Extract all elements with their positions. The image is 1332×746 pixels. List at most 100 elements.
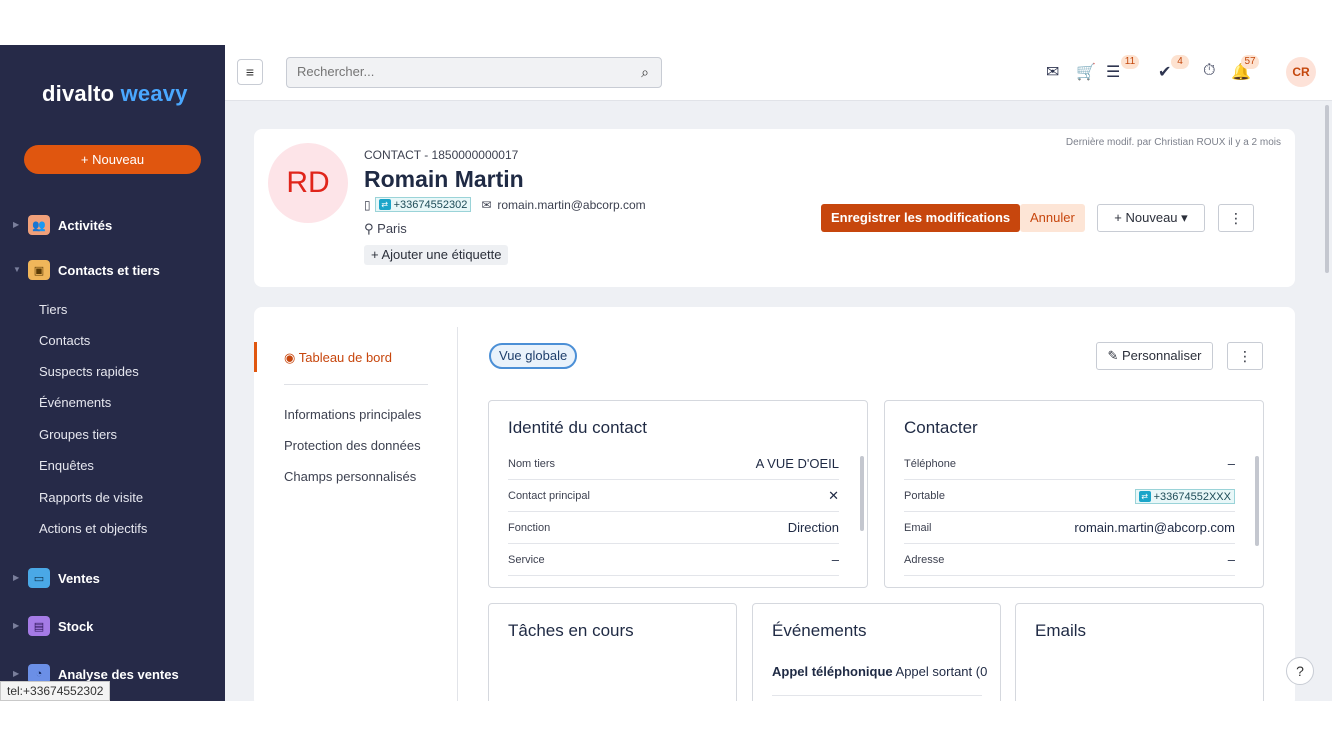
panel-title: Événements	[772, 621, 867, 640]
view-selector-pill[interactable]: Vue globale	[489, 343, 578, 369]
panel-title: Tâches en cours	[508, 621, 634, 640]
nav-divider	[284, 384, 428, 385]
contact-info-row: ▯ ⇄ +33674552302 ✉ romain.martin@abcorp.c…	[364, 197, 646, 212]
caret-right-icon: ▶	[13, 573, 20, 582]
nav-champs-personnalises[interactable]: Champs personnalisés	[284, 469, 416, 484]
contact-code: CONTACT - 1850000000017	[364, 148, 519, 162]
caret-right-icon: ▶	[13, 669, 20, 678]
email-value[interactable]: romain.martin@abcorp.com	[1074, 520, 1235, 535]
search-box[interactable]: ⌕	[286, 57, 662, 88]
field-row: Téléphone –	[904, 448, 1235, 480]
field-label: Contact principal	[508, 490, 590, 502]
search-icon[interactable]: ⌕	[641, 64, 649, 81]
caret-right-icon: ▶	[13, 220, 20, 229]
timer-icon[interactable]: ⏱	[1203, 62, 1215, 80]
tasks-panel: Tâches en cours	[488, 603, 737, 701]
help-button[interactable]: ?	[1286, 657, 1314, 685]
mobile-phone-link[interactable]: ⇄ +33674552XXX	[1134, 487, 1235, 504]
email-link[interactable]: romain.martin@abcorp.com	[497, 198, 645, 212]
sidebar-item-rapports[interactable]: Rapports de visite	[39, 490, 143, 505]
check-circle-icon[interactable]: ✔	[1158, 62, 1171, 82]
field-row: Adresse –	[904, 544, 1235, 576]
field-value: –	[1227, 552, 1235, 567]
field-row: Service –	[508, 544, 839, 576]
logo-text-weavy: weavy	[120, 81, 188, 106]
cart-icon[interactable]: 🛒	[1076, 62, 1096, 82]
location-pin-icon: ⚲	[364, 221, 374, 236]
field-label: Nom tiers	[508, 458, 556, 470]
sidebar-section-label: Contacts et tiers	[58, 263, 160, 278]
sidebar-section-ventes[interactable]: ▶ ▭ Ventes	[0, 566, 225, 592]
topbar: ≡ ⌕ ✉ 🛒 ☰ 11 ✔ 4 ⏱ 🔔 57 CR	[225, 45, 1332, 101]
field-row: Nom tiers A VUE D'OEIL	[508, 448, 839, 480]
dashboard-card: ◉ Tableau de bord Informations principal…	[254, 307, 1295, 701]
panel-title: Contacter	[904, 418, 978, 437]
more-options-button[interactable]: ⋮	[1218, 204, 1254, 232]
user-avatar[interactable]: CR	[1286, 57, 1316, 87]
sidebar-section-activites[interactable]: ▶ 👥 Activités	[0, 213, 225, 239]
events-panel: Événements Appel téléphonique Appel sort…	[752, 603, 1001, 701]
panel-scrollbar[interactable]	[1255, 456, 1259, 546]
sidebar-section-contacts[interactable]: ▼ ▣ Contacts et tiers	[0, 258, 225, 284]
nav-protection-donnees[interactable]: Protection des données	[284, 438, 421, 453]
event-divider	[772, 695, 982, 696]
nav-informations-principales[interactable]: Informations principales	[284, 407, 421, 422]
mail-icon[interactable]: ✉	[1046, 62, 1059, 82]
field-value: Direction	[787, 520, 839, 535]
event-type: Appel téléphonique	[772, 664, 893, 679]
panel-title: Emails	[1035, 621, 1087, 640]
nav-tableau-de-bord[interactable]: ◉ Tableau de bord	[284, 350, 392, 366]
field-value: –	[1227, 456, 1235, 471]
contact-name: Romain Martin	[364, 166, 524, 192]
save-button[interactable]: Enregistrer les modifications	[821, 204, 1021, 232]
event-item[interactable]: Appel téléphonique Appel sortant (0	[772, 664, 987, 679]
sidebar-item-suspects[interactable]: Suspects rapides	[39, 364, 139, 379]
field-label: Portable	[904, 490, 945, 502]
sidebar: divalto weavy + Nouveau ▶ 👥 Activités ▼ …	[0, 45, 225, 701]
panel-title: Identité du contact	[508, 418, 647, 437]
field-label: Adresse	[904, 554, 945, 566]
field-row: Fonction Direction	[508, 512, 839, 544]
panel-scrollbar[interactable]	[860, 456, 864, 531]
customize-button[interactable]: ✎ Personnaliser	[1096, 342, 1213, 370]
phone-chip[interactable]: ⇄ +33674552XXX	[1134, 489, 1235, 504]
sidebar-item-evenements[interactable]: Événements	[39, 395, 111, 410]
tasks-badge: 11	[1121, 55, 1139, 69]
vertical-divider	[457, 327, 458, 701]
sidebar-item-actions[interactable]: Actions et objectifs	[39, 521, 147, 536]
field-row: Email romain.martin@abcorp.com	[904, 512, 1235, 544]
field-label: Téléphone	[904, 458, 956, 470]
logo-text-divalto: divalto	[42, 81, 115, 106]
sidebar-item-groupes[interactable]: Groupes tiers	[39, 427, 117, 442]
menu-toggle-button[interactable]: ≡	[237, 59, 263, 85]
contact-city: ⚲ Paris	[364, 221, 407, 237]
hamburger-icon: ≡	[245, 64, 255, 80]
field-row: Portable ⇄ +33674552XXX	[904, 480, 1235, 512]
emails-panel: Emails	[1015, 603, 1264, 701]
sidebar-item-tiers[interactable]: Tiers	[39, 302, 67, 317]
field-value: A VUE D'OEIL	[755, 456, 839, 471]
people-icon: 👥	[28, 215, 50, 235]
caret-right-icon: ▶	[13, 621, 20, 630]
active-nav-indicator	[254, 342, 257, 372]
field-value: ✕	[828, 488, 839, 503]
sidebar-new-button[interactable]: + Nouveau	[24, 145, 201, 174]
page-scrollbar[interactable]	[1325, 105, 1329, 273]
sidebar-section-label: Ventes	[58, 571, 100, 586]
cancel-button[interactable]: Annuler	[1020, 204, 1085, 232]
dashboard-gauge-icon: ◉	[284, 350, 296, 365]
dashboard-more-button[interactable]: ⋮	[1227, 342, 1263, 370]
sidebar-item-enquetes[interactable]: Enquêtes	[39, 458, 94, 473]
logo[interactable]: divalto weavy	[42, 81, 188, 107]
sidebar-item-contacts[interactable]: Contacts	[39, 333, 90, 348]
city-label: Paris	[377, 221, 407, 236]
sidebar-section-stock[interactable]: ▶ ▤ Stock	[0, 614, 225, 640]
new-dropdown-button[interactable]: + Nouveau ▾	[1097, 204, 1205, 232]
phone-link[interactable]: ⇄ +33674552302	[374, 197, 472, 212]
add-tag-button[interactable]: + Ajouter une étiquette	[364, 245, 509, 265]
search-input[interactable]	[297, 64, 617, 79]
task-list-icon[interactable]: ☰	[1106, 62, 1120, 82]
envelope-icon: ✉	[481, 197, 492, 212]
event-description: Appel sortant (0	[895, 664, 988, 679]
field-row: Contact principal ✕	[508, 480, 839, 512]
